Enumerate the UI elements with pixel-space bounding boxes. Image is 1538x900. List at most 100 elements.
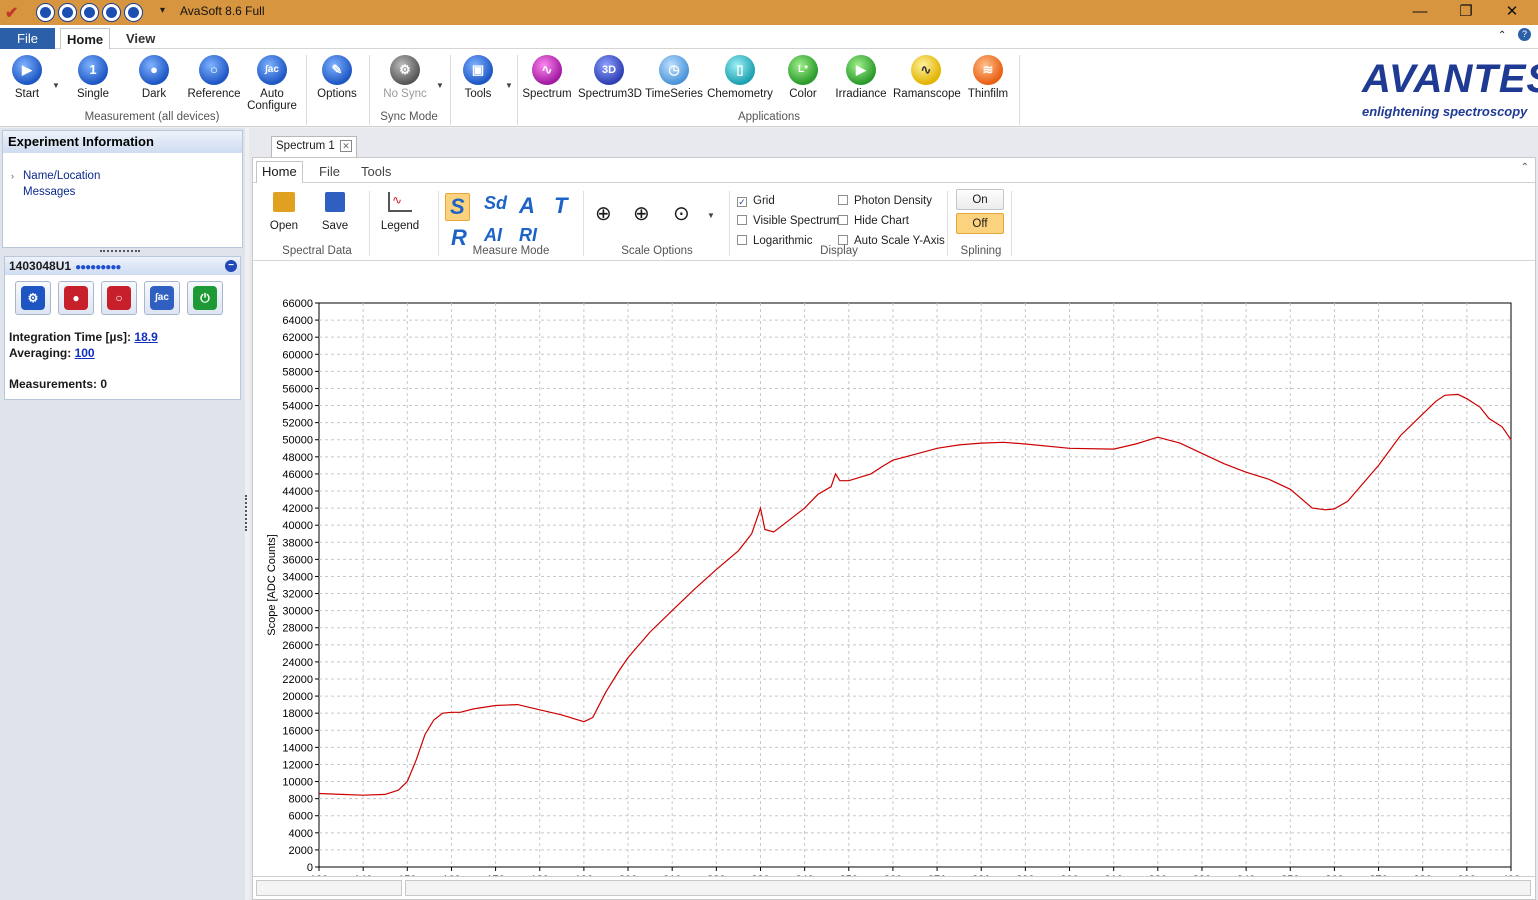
zoom-icon[interactable]: ⊙	[673, 201, 690, 226]
ribbon-tab-bar: File Home View ⌃ ?	[0, 25, 1538, 49]
avantes-tagline: enlightening spectroscopy	[1362, 104, 1528, 119]
auto-configure-button[interactable]: ∫ac Auto Configure	[246, 55, 298, 112]
measure-mode-absorbance-button[interactable]: A	[519, 193, 535, 219]
status-cell	[256, 880, 402, 896]
document-tab-spectrum-1[interactable]: Spectrum 1 ✕	[271, 136, 357, 157]
start-dropdown-icon[interactable]: ▼	[52, 81, 60, 90]
quick-access-dropdown-icon[interactable]: ▾	[160, 5, 165, 16]
y-tick-label: 46000	[282, 469, 313, 481]
measure-mode-scope-dark-button[interactable]: Sd	[484, 193, 507, 214]
device-power-button[interactable]: ⏻	[187, 281, 223, 315]
scale-y-icon[interactable]: ⊕	[595, 201, 612, 226]
spectrum-button[interactable]: ∿ Spectrum	[522, 55, 572, 100]
integration-time-link[interactable]: 18.9	[134, 330, 157, 344]
color-button[interactable]: L* Color	[786, 55, 820, 100]
measure-mode-scope-button[interactable]: S	[445, 193, 470, 221]
checkbox-checked-icon: ✓	[737, 197, 747, 207]
y-tick-label: 66000	[282, 298, 313, 310]
auto-configure-icon: ∫ac	[257, 55, 287, 85]
y-tick-label: 18000	[282, 708, 313, 720]
file-tab[interactable]: File	[0, 28, 55, 49]
device-reference-button[interactable]: ○	[101, 281, 137, 315]
dark-button[interactable]: ● Dark	[136, 55, 172, 100]
quick-access-settings-icon[interactable]	[36, 3, 55, 22]
ribbon-separator	[438, 191, 439, 256]
tree-expand-icon[interactable]: ›	[11, 171, 14, 181]
device-settings-button[interactable]: ⚙	[15, 281, 51, 315]
ribbon-separator	[450, 55, 451, 125]
splining-on-button[interactable]: On	[956, 189, 1004, 210]
start-button[interactable]: ▶ Start	[10, 55, 44, 100]
open-button[interactable]: Open	[267, 189, 301, 232]
photon-density-checkbox[interactable]: Photon Density	[838, 195, 932, 207]
experiment-information-panel: Experiment Information › Name/Location M…	[2, 130, 243, 248]
pane-splitter-grip[interactable]	[245, 495, 248, 531]
legend-button[interactable]: ∿ Legend	[379, 189, 421, 232]
scale-dropdown-icon[interactable]: ▼	[707, 211, 715, 220]
spectrum-chart[interactable]: 1301401501601701801902002102202302402502…	[253, 261, 1535, 876]
help-icon[interactable]: ?	[1518, 28, 1531, 41]
ribbon-collapse-icon[interactable]: ⌃	[1498, 30, 1506, 41]
tools-button[interactable]: ▣ Tools	[460, 55, 496, 100]
device-dark-button[interactable]: ●	[58, 281, 94, 315]
close-tab-icon[interactable]: ✕	[340, 140, 352, 152]
spectrum3d-button[interactable]: 3D Spectrum3D	[578, 55, 642, 100]
dark-bulb-icon: ●	[64, 286, 88, 310]
y-tick-label: 44000	[282, 486, 313, 498]
y-axis-label: Scope [ADC Counts]	[266, 534, 278, 636]
irradiance-icon: ▶	[846, 55, 876, 85]
thinfilm-button[interactable]: ≋ Thinfilm	[967, 55, 1009, 100]
quick-access-start-icon[interactable]	[58, 3, 77, 22]
y-tick-label: 2000	[289, 845, 313, 857]
ramanscope-button[interactable]: ∿ Ramanscope	[893, 55, 961, 100]
device-autoconfig-button[interactable]: ∫ac	[144, 281, 180, 315]
window-title: AvaSoft 8.6 Full	[180, 4, 265, 18]
group-measure-mode-label: Measure Mode	[472, 245, 550, 257]
single-button[interactable]: 1 Single	[74, 55, 112, 100]
avantes-logo: AVANTES	[1362, 57, 1538, 101]
collapse-icon[interactable]: −	[225, 260, 237, 272]
no-sync-button[interactable]: ⚙ No Sync	[380, 55, 430, 100]
inner-tab-file[interactable]: File	[319, 164, 340, 179]
close-icon[interactable]: ✕	[1492, 2, 1532, 22]
y-tick-label: 60000	[282, 349, 313, 361]
save-button[interactable]: Save	[319, 189, 351, 232]
legend-icon: ∿	[388, 192, 412, 212]
restore-icon[interactable]: ❐	[1446, 2, 1486, 22]
grid-checkbox[interactable]: ✓ Grid	[737, 195, 775, 207]
chemometry-button[interactable]: ▯ Chemometry	[707, 55, 773, 100]
power-icon: ⏻	[193, 286, 217, 310]
spectrum3d-icon: 3D	[594, 55, 624, 85]
sync-dropdown-icon[interactable]: ▼	[436, 81, 444, 90]
minimize-icon[interactable]: —	[1400, 2, 1440, 22]
measure-mode-rel-irradiance-button[interactable]: RI	[519, 225, 537, 246]
measure-mode-transmission-button[interactable]: T	[554, 193, 567, 219]
y-tick-label: 28000	[282, 623, 313, 635]
tab-view[interactable]: View	[120, 28, 161, 49]
hide-chart-checkbox[interactable]: Hide Chart	[838, 215, 909, 227]
options-button[interactable]: ✎ Options	[316, 55, 358, 100]
inner-ribbon-collapse-icon[interactable]: ⌃	[1521, 162, 1529, 173]
inner-tab-tools[interactable]: Tools	[361, 164, 391, 179]
app-icon: ✔	[5, 5, 19, 22]
scale-xy-icon[interactable]: ⊕	[633, 201, 650, 226]
inner-tab-home[interactable]: Home	[256, 161, 303, 183]
integration-time-row: Integration Time [µs]: 18.9	[9, 330, 158, 344]
panel-splitter[interactable]	[100, 250, 140, 254]
ribbon-separator	[369, 191, 370, 256]
chart-svg: 1301401501601701801902002102202302402502…	[266, 298, 1520, 876]
splining-off-button[interactable]: Off	[956, 213, 1004, 234]
tools-dropdown-icon[interactable]: ▼	[505, 81, 513, 90]
tab-home[interactable]: Home	[60, 28, 111, 49]
tree-item-messages[interactable]: Messages	[23, 186, 75, 198]
quick-access-autoconfig-icon[interactable]	[124, 3, 143, 22]
irradiance-button[interactable]: ▶ Irradiance	[834, 55, 888, 100]
averaging-link[interactable]: 100	[75, 346, 95, 360]
timeseries-button[interactable]: ◷ TimeSeries	[645, 55, 703, 100]
quick-access-single-icon[interactable]	[80, 3, 99, 22]
reference-button[interactable]: ○ Reference	[187, 55, 241, 100]
measure-mode-abs-irradiance-button[interactable]: AI	[484, 225, 502, 246]
quick-access-dark-icon[interactable]	[102, 3, 121, 22]
visible-spectrum-checkbox[interactable]: Visible Spectrum	[737, 215, 839, 227]
tree-item-name-location[interactable]: Name/Location	[23, 170, 100, 182]
